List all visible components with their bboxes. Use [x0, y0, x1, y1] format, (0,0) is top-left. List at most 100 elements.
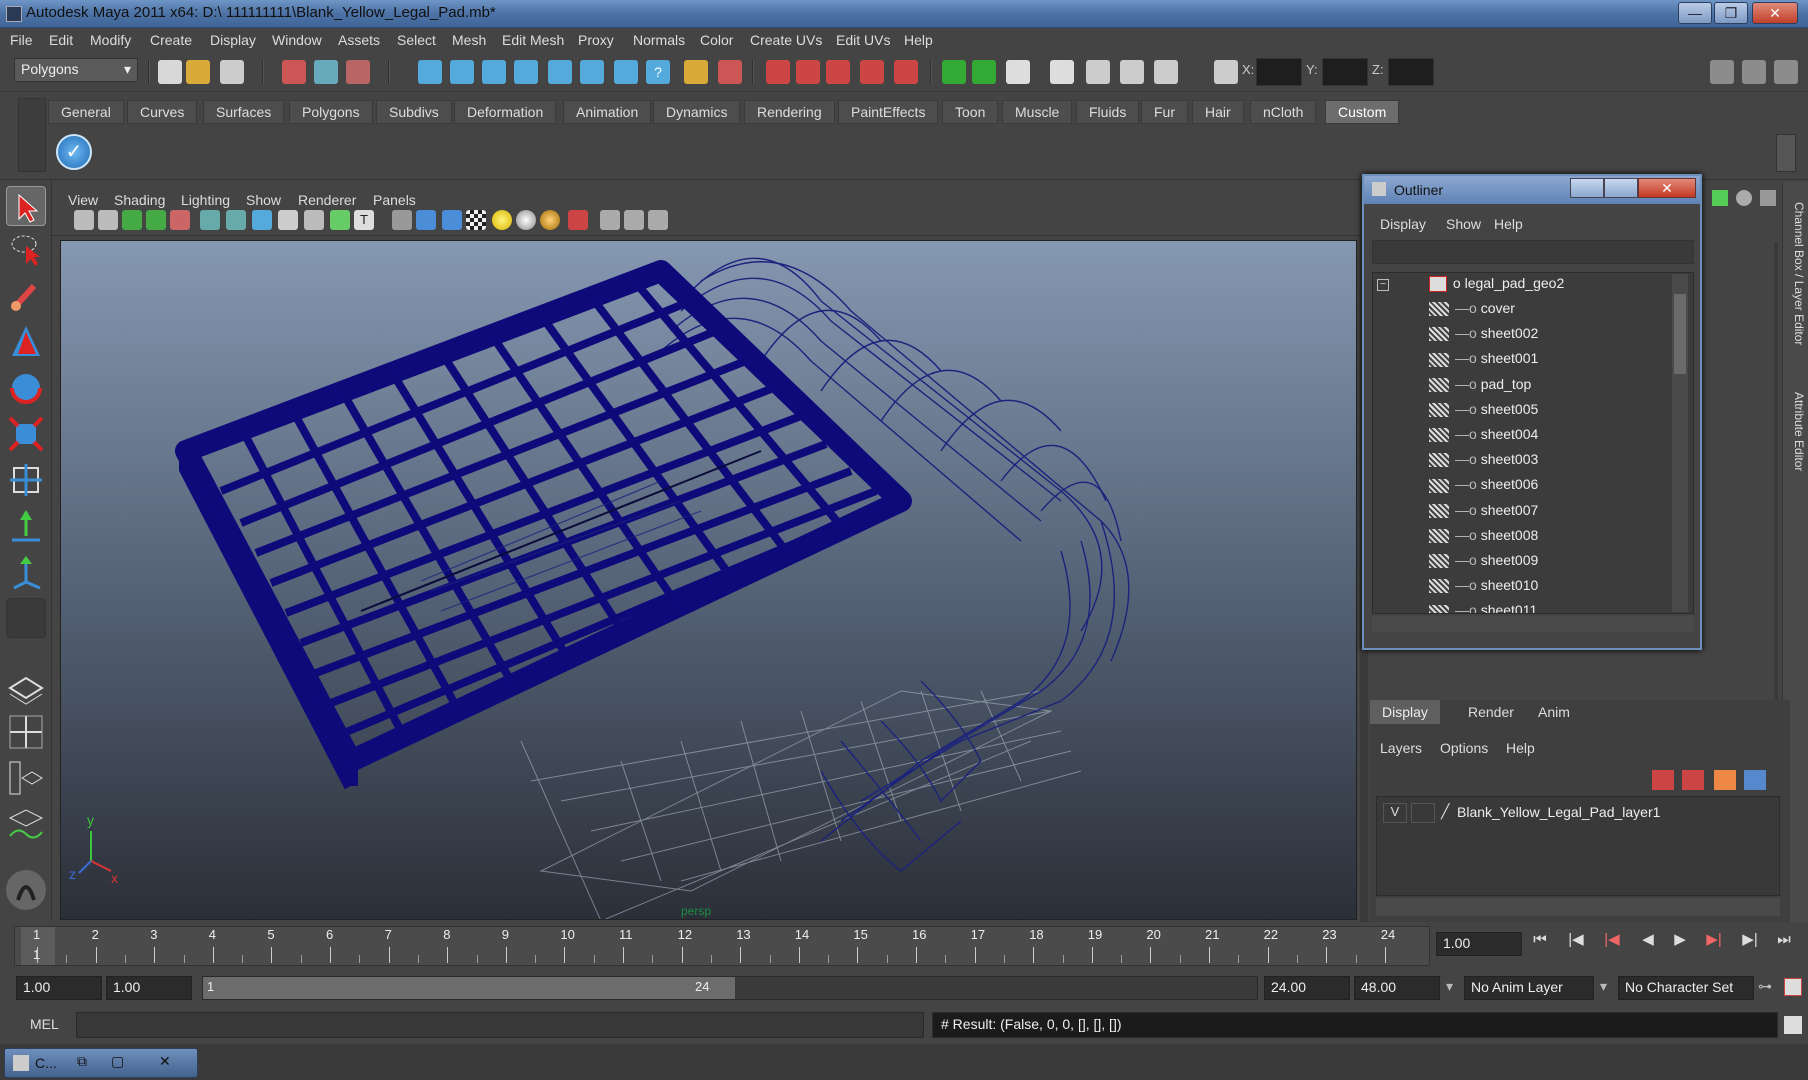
- layer-horizontal-scrollbar[interactable]: [1376, 898, 1780, 916]
- snap-grid-icon[interactable]: [766, 60, 790, 84]
- snap-point-icon[interactable]: [826, 60, 850, 84]
- textured-icon[interactable]: [466, 210, 486, 230]
- script-editor-icon[interactable]: [1784, 1016, 1802, 1034]
- scale-tool-icon[interactable]: [6, 414, 46, 454]
- range-bar[interactable]: 1 24: [203, 977, 735, 999]
- chevron-down-icon[interactable]: ▾: [1446, 978, 1453, 995]
- wireframe-on-shaded-icon[interactable]: [442, 210, 462, 230]
- select-camera-icon[interactable]: [74, 210, 94, 230]
- image-plane-icon[interactable]: [146, 210, 166, 230]
- use-default-lighting-icon[interactable]: [492, 210, 512, 230]
- film-gate-icon[interactable]: [226, 210, 246, 230]
- shelf-tab-custom[interactable]: Custom: [1325, 100, 1400, 124]
- field-chart-icon[interactable]: [304, 210, 324, 230]
- key-icon[interactable]: ⊶: [1758, 978, 1772, 995]
- bookmarks-icon[interactable]: [122, 210, 142, 230]
- show-attribute-editor-icon[interactable]: [1710, 60, 1734, 84]
- show-manipulator-icon[interactable]: [6, 552, 46, 592]
- edit-icon[interactable]: [1760, 190, 1776, 206]
- character-set-dropdown[interactable]: No Character Set: [1618, 976, 1754, 1000]
- range-track[interactable]: 1 24: [202, 976, 1258, 1000]
- tree-item[interactable]: —o sheet007: [1429, 502, 1538, 527]
- play-backwards-icon[interactable]: ◀: [1636, 928, 1660, 952]
- outliner-vertical-scrollbar[interactable]: [1672, 274, 1688, 612]
- shelf-tab-surfaces[interactable]: Surfaces: [203, 100, 285, 124]
- single-perspective-layout-icon[interactable]: [6, 666, 46, 706]
- shelf-tab-fluids[interactable]: Fluids: [1076, 100, 1140, 124]
- menu-select[interactable]: Select: [397, 32, 436, 48]
- time-slider[interactable]: 1 12345678910111213141516171819202122232…: [0, 922, 1808, 968]
- move-layer-down-icon[interactable]: [1744, 770, 1766, 790]
- hypershade-layout-icon[interactable]: [6, 870, 46, 910]
- outliner-filter-field[interactable]: [1372, 240, 1694, 264]
- render-view-icon[interactable]: [1006, 60, 1030, 84]
- perspective-viewport[interactable]: y x z persp: [60, 240, 1357, 922]
- current-time-field[interactable]: 1.00: [1436, 932, 1522, 956]
- new-layer-icon[interactable]: [1652, 770, 1674, 790]
- select-component-icon[interactable]: [346, 60, 370, 84]
- menu-create[interactable]: Create: [150, 32, 192, 48]
- pick-misc-icon[interactable]: ?: [646, 60, 670, 84]
- shelf-tab-polygons[interactable]: Polygons: [289, 100, 373, 124]
- tree-item[interactable]: —o sheet010: [1429, 577, 1538, 602]
- persp-outliner-layout-icon[interactable]: [6, 758, 46, 798]
- gate-mask-icon[interactable]: [278, 210, 298, 230]
- layer-visibility-toggle[interactable]: V: [1383, 803, 1407, 823]
- layer-tab-display[interactable]: Display: [1370, 700, 1440, 724]
- layer-display-type-toggle[interactable]: [1411, 803, 1435, 823]
- use-all-lights-icon[interactable]: [516, 210, 536, 230]
- new-layer-selected-icon[interactable]: [1682, 770, 1704, 790]
- tree-item[interactable]: —o sheet001: [1429, 350, 1538, 375]
- paint-select-tool-icon[interactable]: [6, 276, 46, 316]
- input-output-icon[interactable]: [942, 60, 966, 84]
- tree-item[interactable]: —o sheet009: [1429, 552, 1538, 577]
- xray-components-icon[interactable]: [648, 210, 668, 230]
- grid-icon[interactable]: [200, 210, 220, 230]
- step-forward-key-icon[interactable]: ▶|: [1702, 928, 1726, 952]
- pick-surface-icon[interactable]: [514, 60, 538, 84]
- lasso-tool-icon[interactable]: [6, 230, 46, 270]
- command-language-label[interactable]: MEL: [30, 1016, 59, 1032]
- select-hierarchy-icon[interactable]: [282, 60, 306, 84]
- shelf-tab-animation[interactable]: Animation: [563, 100, 652, 124]
- end-time-field[interactable]: 48.00: [1354, 976, 1440, 1000]
- isolate-select-icon[interactable]: [568, 210, 588, 230]
- outliner-close-button[interactable]: ✕: [1638, 178, 1696, 198]
- transform-mode-icon[interactable]: [1214, 60, 1238, 84]
- shelf-tab-general[interactable]: General: [48, 100, 124, 124]
- last-tool-icon[interactable]: [6, 598, 46, 638]
- playback-start-field[interactable]: 1.00: [106, 976, 192, 1000]
- channel-box-icon[interactable]: [1712, 190, 1728, 206]
- layer-menu-options[interactable]: Options: [1440, 740, 1488, 756]
- shelf-tab-curves[interactable]: Curves: [127, 100, 198, 124]
- persp-graph-layout-icon[interactable]: [6, 804, 46, 844]
- move-layer-up-icon[interactable]: [1714, 770, 1736, 790]
- render-settings-icon[interactable]: [1120, 60, 1144, 84]
- shelf-tab-toon[interactable]: Toon: [942, 100, 999, 124]
- snap-curve-icon[interactable]: [796, 60, 820, 84]
- command-input[interactable]: [76, 1012, 924, 1038]
- shelf-tab-subdivs[interactable]: Subdivs: [376, 100, 452, 124]
- show-channel-box-icon[interactable]: [1774, 60, 1798, 84]
- new-scene-icon[interactable]: [158, 60, 182, 84]
- ipr-render-icon[interactable]: [1086, 60, 1110, 84]
- pick-render-icon[interactable]: [614, 60, 638, 84]
- shelf-tab-dynamics[interactable]: Dynamics: [653, 100, 741, 124]
- save-scene-icon[interactable]: [220, 60, 244, 84]
- xray-icon[interactable]: [600, 210, 620, 230]
- safe-action-icon[interactable]: [330, 210, 350, 230]
- shelf-tab-hair[interactable]: Hair: [1192, 100, 1244, 124]
- pick-mask-icon[interactable]: [418, 60, 442, 84]
- snap-view-plane-icon[interactable]: [860, 60, 884, 84]
- xray-joints-icon[interactable]: [624, 210, 644, 230]
- channel-box-layer-editor-tab[interactable]: Channel Box / Layer Editor: [1786, 202, 1806, 362]
- layer-row[interactable]: V ╱ Blank_Yellow_Legal_Pad_layer1: [1379, 801, 1779, 825]
- lock-selection-icon[interactable]: [684, 60, 708, 84]
- tree-item[interactable]: —o sheet005: [1429, 401, 1538, 426]
- outliner-menu-help[interactable]: Help: [1494, 216, 1523, 232]
- minimize-button[interactable]: —: [1678, 2, 1712, 24]
- step-forward-frame-icon[interactable]: ▶|: [1738, 928, 1762, 952]
- menu-mesh[interactable]: Mesh: [452, 32, 486, 48]
- play-forwards-icon[interactable]: ▶: [1668, 928, 1692, 952]
- close-icon[interactable]: ✕: [159, 1053, 171, 1070]
